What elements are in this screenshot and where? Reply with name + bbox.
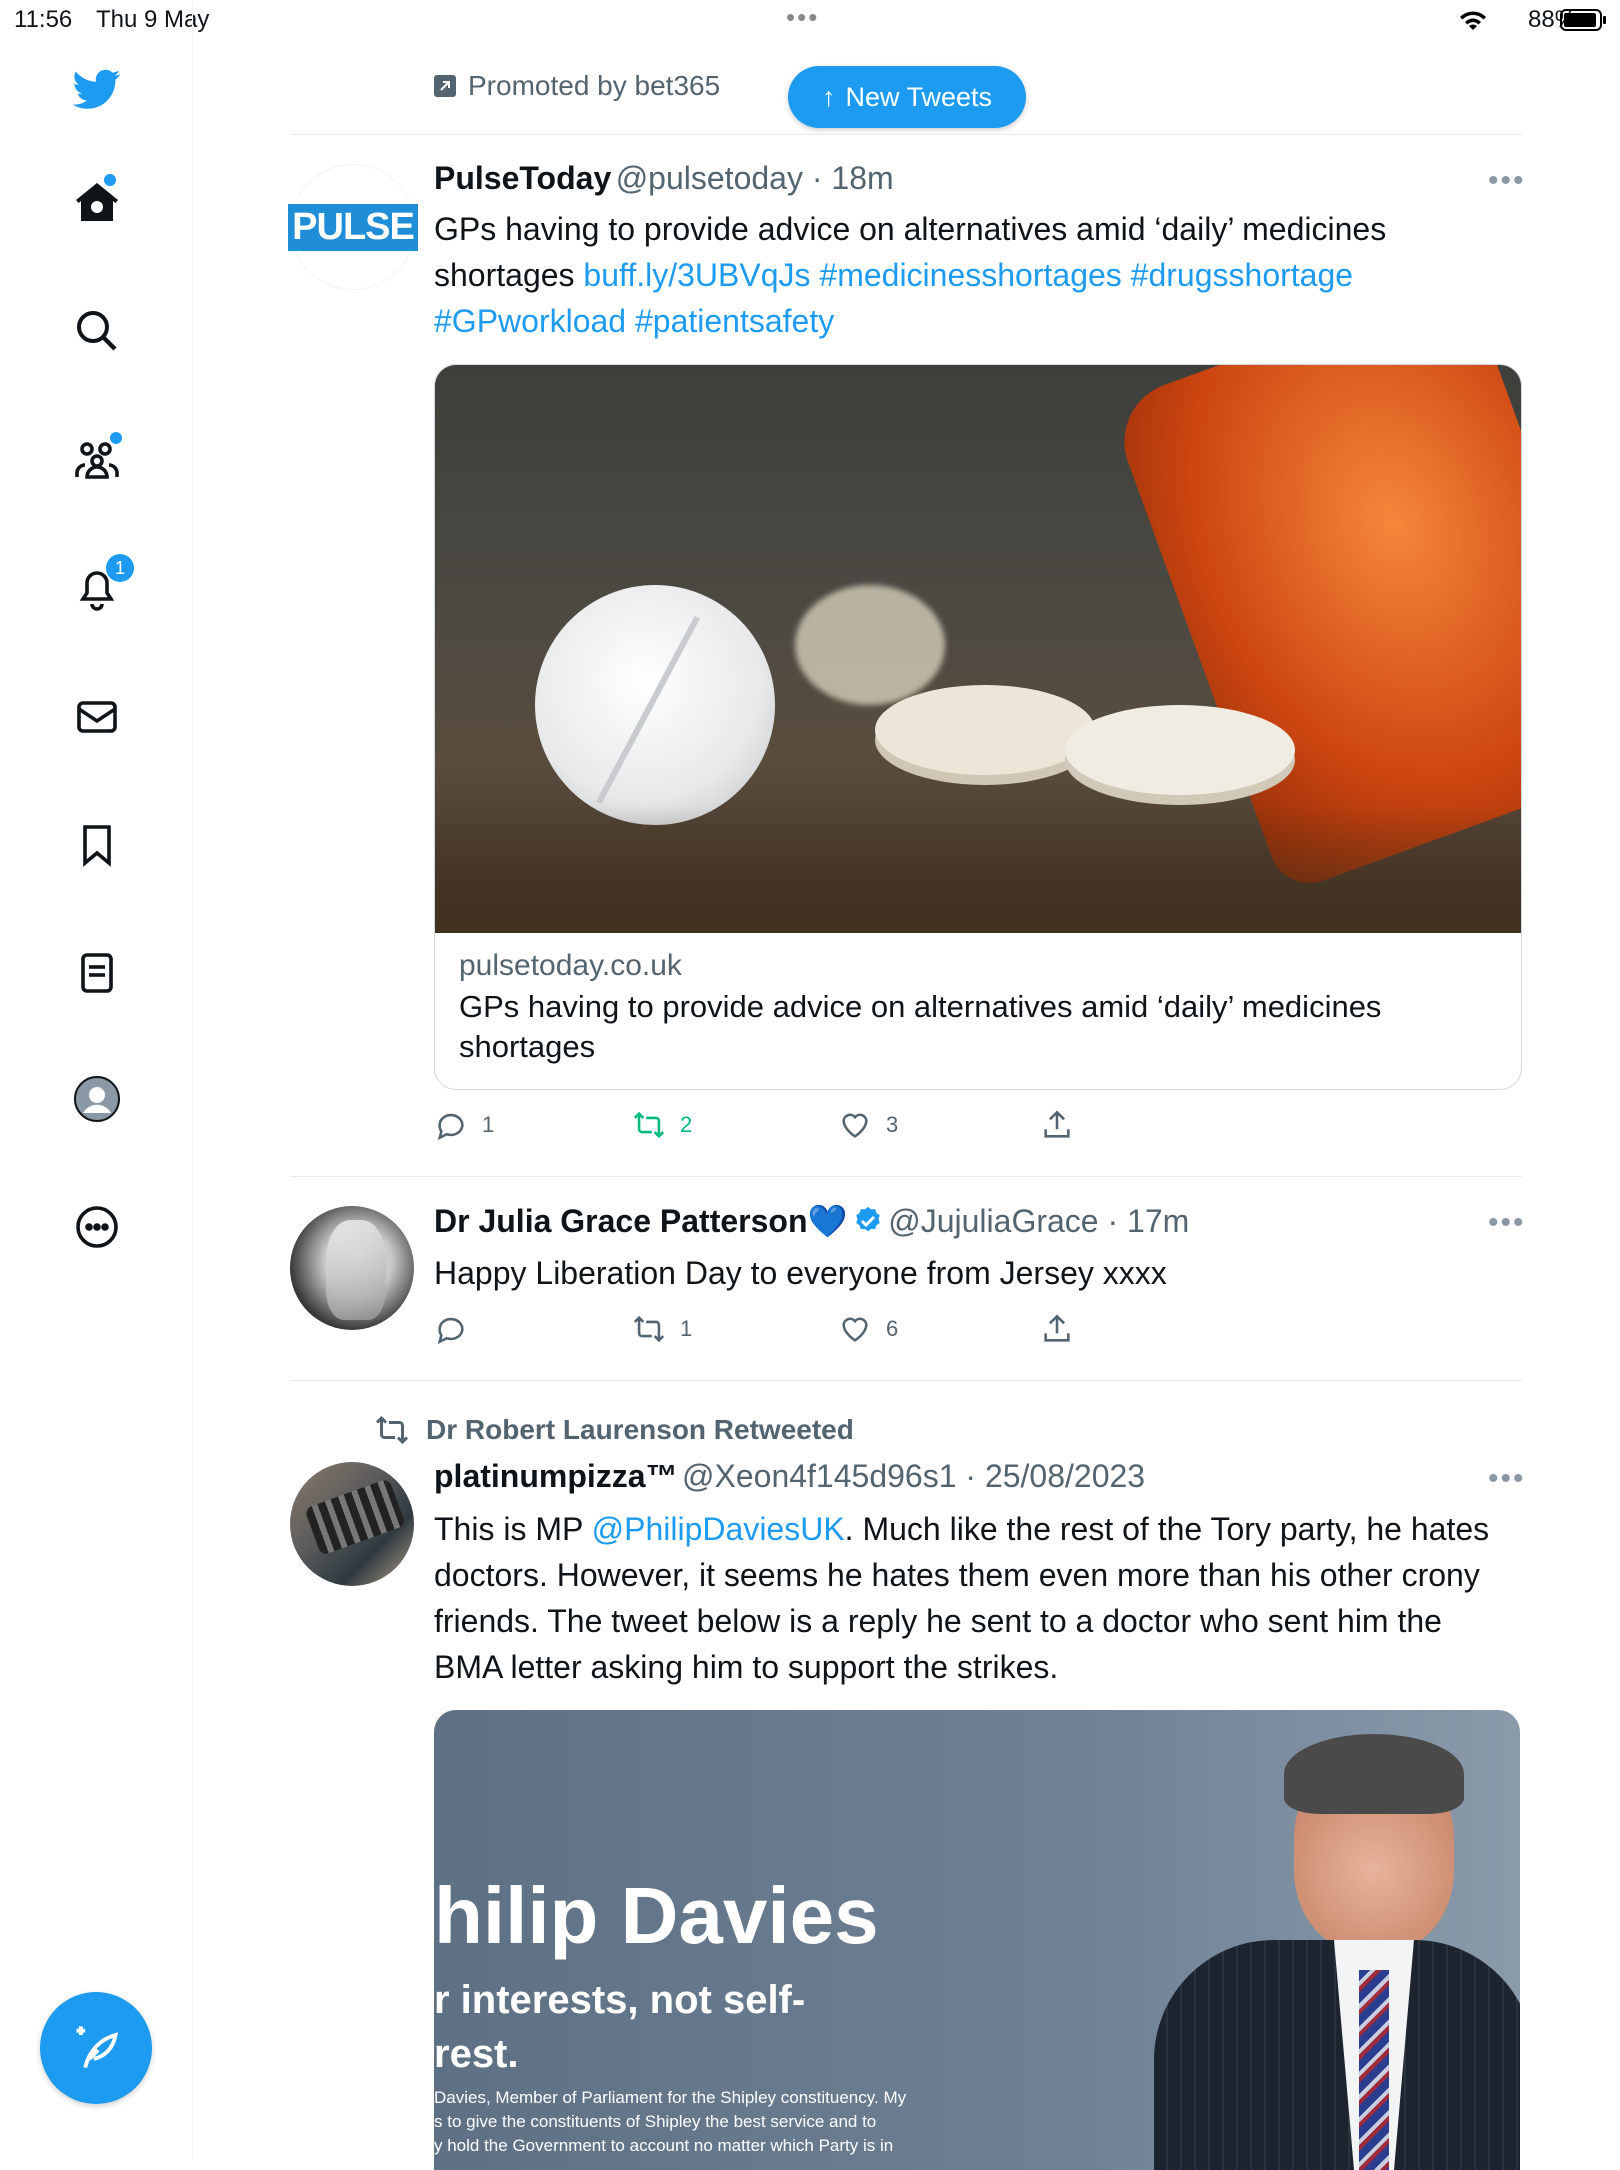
- share-button[interactable]: [1040, 1312, 1074, 1346]
- like-button[interactable]: 6: [838, 1312, 898, 1346]
- multitask-dots[interactable]: •••: [786, 2, 819, 33]
- tweet-header: PulseToday @pulsetoday · 18m: [434, 160, 894, 196]
- tweet-text: GPs having to provide advice on alternat…: [434, 211, 1387, 339]
- search-icon[interactable]: [62, 296, 132, 366]
- tweet-header: Dr Julia Grace Patterson💙 @JujuliaGrace …: [434, 1203, 1190, 1239]
- tweet-image[interactable]: hilip Davies r interests, not self- rest…: [434, 1710, 1520, 2170]
- tweet-author-name[interactable]: platinumpizza™: [434, 1458, 678, 1494]
- messages-icon[interactable]: [62, 682, 132, 752]
- share-icon: [1044, 1314, 1070, 1342]
- tweet-more-button[interactable]: •••: [1488, 164, 1526, 198]
- link-card-title: GPs having to provide advice on alternat…: [459, 989, 1382, 1064]
- tweet-time[interactable]: 18m: [831, 160, 893, 196]
- reply-icon: [437, 1113, 464, 1141]
- reply-count: 1: [482, 1112, 495, 1137]
- arrow-up-icon: ↑: [821, 81, 836, 112]
- avatar-platinumpizza[interactable]: [290, 1462, 414, 1586]
- sidebar: 1: [0, 0, 193, 2160]
- tweet-hashtags[interactable]: #medicinesshortages #drugsshortage: [819, 257, 1353, 293]
- tweet-author-name[interactable]: Dr Julia Grace Patterson💙: [434, 1203, 847, 1239]
- wifi-icon: [1460, 11, 1486, 30]
- tweet-link[interactable]: buff.ly/3UBVqJs: [583, 257, 810, 293]
- tweet-text: This is MP @PhilipDaviesUK. Much like th…: [434, 1511, 1490, 1685]
- retweet-count: 2: [680, 1112, 693, 1137]
- tweet-more-button[interactable]: •••: [1488, 1206, 1526, 1240]
- more-icon[interactable]: [62, 1192, 132, 1262]
- tweet-mention[interactable]: @PhilipDaviesUK: [592, 1511, 845, 1547]
- communities-icon[interactable]: [62, 424, 132, 494]
- like-count: 6: [886, 1316, 899, 1341]
- notification-badge: 1: [106, 554, 134, 582]
- tweet-hashtags[interactable]: #GPworkload #patientsafety: [434, 303, 834, 339]
- profile-icon[interactable]: [62, 1064, 132, 1134]
- tweet-author-handle[interactable]: @Xeon4f145d96s1: [682, 1458, 956, 1494]
- link-card[interactable]: pulsetoday.co.uk GPs having to provide a…: [434, 364, 1522, 1090]
- retweet-icon: [633, 1315, 665, 1343]
- heart-icon: [842, 1113, 868, 1138]
- retweet-icon: [633, 1111, 665, 1139]
- share-button[interactable]: [1040, 1108, 1074, 1142]
- status-bar: 11:56 Thu 9 May ••• 88%: [0, 0, 1620, 40]
- retweet-button[interactable]: 2: [632, 1108, 692, 1142]
- retweet-button[interactable]: 1: [632, 1312, 692, 1346]
- retweet-icon: [375, 1415, 409, 1445]
- promoted-text: Promoted by bet365: [468, 70, 721, 101]
- lists-icon[interactable]: [62, 938, 132, 1008]
- avatar-pulsetoday[interactable]: PULSE: [288, 164, 418, 290]
- compose-tweet-icon: [76, 2026, 118, 2069]
- notifications-icon[interactable]: 1: [62, 552, 134, 622]
- image-caption: Davies, Member of Parliament for the Shi…: [434, 2088, 907, 2107]
- tweet-more-button[interactable]: •••: [1488, 1462, 1526, 1496]
- tweet-time[interactable]: 25/08/2023: [985, 1458, 1145, 1494]
- reply-button[interactable]: [434, 1312, 482, 1346]
- divider: [290, 1380, 1522, 1381]
- new-tweets-button[interactable]: ↑ New Tweets: [788, 66, 1026, 128]
- heart-icon: [842, 1317, 868, 1342]
- image-caption: s to give the constituents of Shipley th…: [434, 2112, 877, 2131]
- image-subtitle: rest.: [434, 2032, 519, 2076]
- tweet-header: platinumpizza™ @Xeon4f145d96s1 · 25/08/2…: [434, 1458, 1146, 1494]
- retweet-count: 1: [680, 1316, 693, 1341]
- retweeted-by-label[interactable]: Dr Robert Laurenson Retweeted: [374, 1412, 854, 1448]
- like-count: 3: [886, 1112, 899, 1137]
- image-caption: y hold the Government to account no matt…: [434, 2136, 894, 2155]
- home-icon[interactable]: [62, 168, 132, 238]
- like-button[interactable]: 3: [838, 1108, 898, 1142]
- image-headline: hilip Davies: [434, 1871, 879, 1960]
- image-subtitle: r interests, not self-: [434, 1978, 806, 2022]
- tweet-text: Happy Liberation Day to everyone from Je…: [434, 1255, 1167, 1291]
- new-tweets-label: New Tweets: [845, 81, 993, 112]
- bookmarks-icon[interactable]: [62, 810, 132, 880]
- avatar-julia[interactable]: [290, 1206, 414, 1330]
- link-card-image: [435, 365, 1521, 933]
- promoted-icon: [434, 75, 456, 97]
- tweet-author-name[interactable]: PulseToday: [434, 160, 611, 196]
- verified-badge-icon: [856, 1207, 880, 1232]
- reply-icon: [437, 1317, 464, 1345]
- tweet-time[interactable]: 17m: [1127, 1203, 1189, 1239]
- tweet-author-handle[interactable]: @JujuliaGrace: [888, 1203, 1098, 1239]
- divider: [290, 134, 1522, 135]
- share-icon: [1044, 1110, 1070, 1138]
- compose-tweet-button[interactable]: [40, 1992, 152, 2104]
- link-card-domain: pulsetoday.co.uk: [459, 949, 682, 982]
- twitter-bird-icon[interactable]: [62, 54, 132, 124]
- tweet-author-handle[interactable]: @pulsetoday: [616, 160, 803, 196]
- promoted-label: Promoted by bet365: [434, 70, 720, 102]
- divider: [290, 1176, 1522, 1177]
- reply-button[interactable]: 1: [434, 1108, 494, 1142]
- battery-icon: [1560, 9, 1606, 31]
